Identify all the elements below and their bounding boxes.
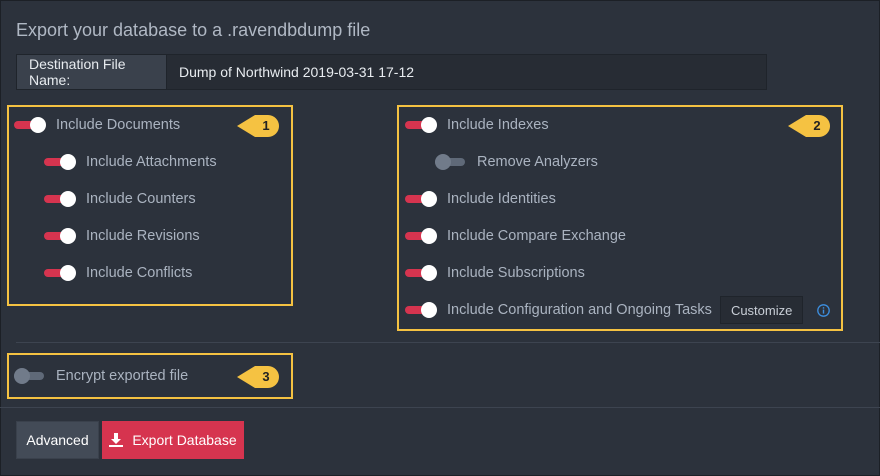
- section-divider: [16, 342, 880, 343]
- include-configuration-toggle[interactable]: [405, 301, 437, 319]
- destination-file-input[interactable]: Dump of Northwind 2019-03-31 17-12: [167, 54, 767, 90]
- callout-1: 1: [235, 113, 281, 139]
- include-compare-exchange-toggle[interactable]: [405, 227, 437, 245]
- include-identities-toggle[interactable]: [405, 190, 437, 208]
- include-documents-option[interactable]: Include Documents: [14, 116, 180, 134]
- remove-analyzers-label: Remove Analyzers: [477, 154, 598, 170]
- include-subscriptions-option[interactable]: Include Subscriptions: [405, 264, 585, 282]
- include-identities-option[interactable]: Include Identities: [405, 190, 556, 208]
- encrypt-label: Encrypt exported file: [56, 368, 189, 384]
- remove-analyzers-option[interactable]: Remove Analyzers: [435, 153, 598, 171]
- include-attachments-label: Include Attachments: [86, 154, 217, 170]
- include-documents-toggle[interactable]: [14, 116, 46, 134]
- destination-field: Destination File Name: Dump of Northwind…: [16, 54, 767, 90]
- encrypt-toggle[interactable]: [14, 367, 46, 385]
- include-revisions-option[interactable]: Include Revisions: [44, 227, 200, 245]
- callout-2: 2: [786, 113, 832, 139]
- include-indexes-toggle[interactable]: [405, 116, 437, 134]
- include-configuration-label: Include Configuration and Ongoing Tasks: [447, 302, 712, 318]
- include-attachments-toggle[interactable]: [44, 153, 76, 171]
- include-revisions-label: Include Revisions: [86, 228, 200, 244]
- export-database-button[interactable]: Export Database: [102, 421, 244, 459]
- callout-3-number: 3: [262, 369, 270, 384]
- include-conflicts-toggle[interactable]: [44, 264, 76, 282]
- include-conflicts-label: Include Conflicts: [86, 265, 193, 281]
- include-counters-label: Include Counters: [86, 191, 196, 207]
- info-icon[interactable]: [817, 303, 831, 317]
- destination-label: Destination File Name:: [16, 54, 167, 90]
- include-subscriptions-label: Include Subscriptions: [447, 265, 585, 281]
- include-indexes-label: Include Indexes: [447, 117, 549, 133]
- remove-analyzers-toggle[interactable]: [435, 153, 467, 171]
- include-counters-toggle[interactable]: [44, 190, 76, 208]
- callout-3: 3: [235, 364, 281, 390]
- include-identities-label: Include Identities: [447, 191, 556, 207]
- callout-2-number: 2: [813, 118, 821, 133]
- include-revisions-toggle[interactable]: [44, 227, 76, 245]
- download-icon: [109, 433, 124, 447]
- include-compare-exchange-label: Include Compare Exchange: [447, 228, 626, 244]
- export-database-label: Export Database: [132, 432, 237, 448]
- include-conflicts-option[interactable]: Include Conflicts: [44, 264, 192, 282]
- encrypt-option[interactable]: Encrypt exported file: [14, 367, 188, 385]
- include-attachments-option[interactable]: Include Attachments: [44, 153, 217, 171]
- footer-divider: [0, 407, 880, 408]
- include-configuration-option[interactable]: Include Configuration and Ongoing Tasks …: [405, 296, 831, 324]
- advanced-button[interactable]: Advanced: [16, 421, 99, 459]
- include-compare-exchange-option[interactable]: Include Compare Exchange: [405, 227, 626, 245]
- page-title: Export your database to a .ravendbdump f…: [16, 20, 371, 40]
- include-subscriptions-toggle[interactable]: [405, 264, 437, 282]
- include-indexes-option[interactable]: Include Indexes: [405, 116, 549, 134]
- callout-1-number: 1: [262, 118, 270, 133]
- customize-button[interactable]: Customize: [719, 296, 804, 324]
- include-documents-label: Include Documents: [56, 117, 181, 133]
- include-counters-option[interactable]: Include Counters: [44, 190, 196, 208]
